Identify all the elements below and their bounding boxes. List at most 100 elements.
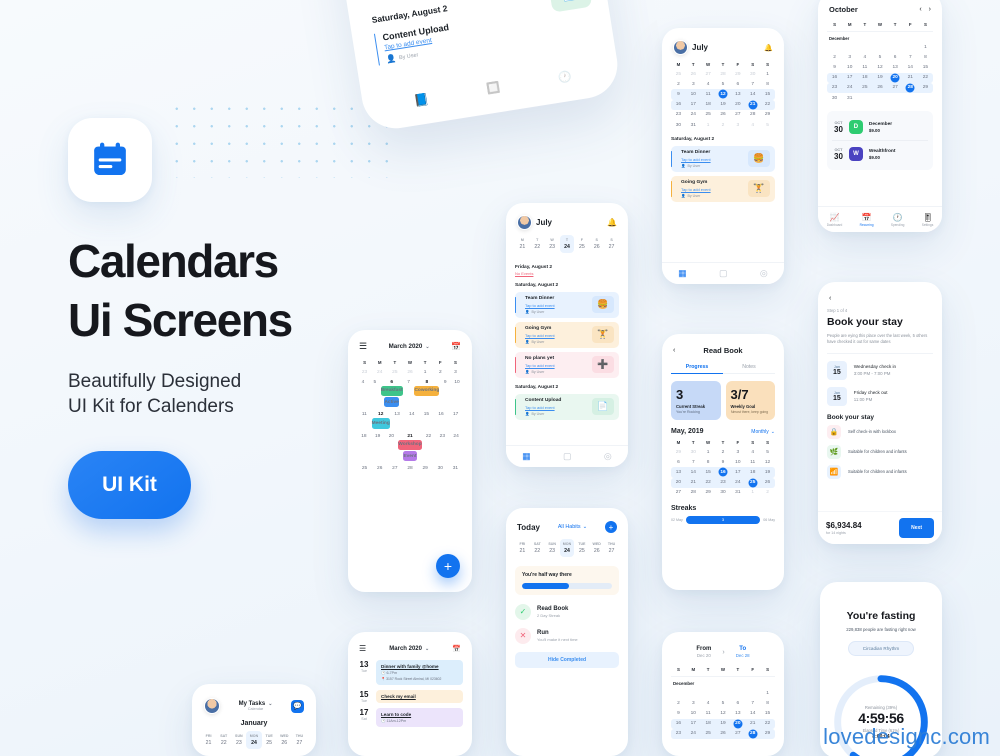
calendar-day[interactable]: 17: [842, 73, 857, 83]
calendar-day[interactable]: 25: [701, 110, 716, 120]
from-value[interactable]: Dec 20: [696, 653, 711, 658]
calendar-day[interactable]: 27: [730, 729, 745, 739]
calendar-day[interactable]: 31: [686, 120, 701, 130]
calendar-day[interactable]: 10: [842, 62, 857, 72]
calendar-day[interactable]: 13: [671, 467, 686, 477]
day-strip-cell[interactable]: M 21: [515, 235, 530, 253]
calendar-day[interactable]: 1: [760, 688, 775, 698]
day-strip-cell[interactable]: T 22: [530, 235, 545, 253]
calendar-icon[interactable]: ▦: [678, 268, 687, 279]
calendar-day[interactable]: 25: [857, 83, 872, 93]
habits-filter[interactable]: All Habits: [558, 524, 581, 530]
calendar-day[interactable]: 18: [857, 73, 872, 83]
calendar-day[interactable]: [918, 93, 933, 103]
calendar-day[interactable]: 17: [686, 719, 701, 729]
agenda-item[interactable]: 15 Tue Check my email: [357, 689, 463, 703]
calendar-icon[interactable]: 📘: [413, 92, 430, 108]
calendar-day[interactable]: [730, 688, 745, 698]
chat-icon[interactable]: 💬: [291, 699, 304, 713]
calendar-day[interactable]: 6BreakfastActive: [380, 377, 403, 410]
calendar-day[interactable]: [888, 42, 903, 52]
calendar-day[interactable]: 22: [701, 478, 716, 488]
calendar-day[interactable]: 9: [671, 89, 686, 99]
calendar-day[interactable]: 9: [827, 62, 842, 72]
chevron-down-icon[interactable]: ⌄: [425, 344, 429, 350]
calendar-day[interactable]: 6: [671, 457, 686, 467]
calendar-day[interactable]: 12: [716, 89, 731, 99]
calendar-day[interactable]: 20: [730, 719, 745, 729]
calendar-day[interactable]: 21: [686, 478, 701, 488]
calendar-day[interactable]: 5: [716, 698, 731, 708]
chevron-left-icon[interactable]: ‹: [919, 6, 921, 13]
calendar-day[interactable]: 30: [686, 447, 701, 457]
day-strip-cell[interactable]: SUN 23: [545, 539, 560, 557]
calendar-day[interactable]: 8: [760, 698, 775, 708]
day-strip-cell[interactable]: THU 27: [292, 731, 307, 749]
calendar-day[interactable]: 2: [716, 120, 731, 130]
calendar-day[interactable]: [716, 688, 731, 698]
calendar-day[interactable]: 11: [701, 89, 716, 99]
day-strip-cell[interactable]: S 26: [589, 235, 604, 253]
nav-item-dashboard[interactable]: 📈 Dashboard: [827, 213, 843, 227]
calendar-day[interactable]: 29: [760, 729, 775, 739]
calendar-day[interactable]: 7: [745, 79, 760, 89]
calendar-day[interactable]: 27: [701, 69, 716, 79]
calendar-day[interactable]: 31: [448, 464, 463, 474]
calendar-day[interactable]: 5: [369, 377, 381, 410]
calendar-day[interactable]: 30: [827, 93, 842, 103]
calendar-day[interactable]: 15: [918, 62, 933, 72]
calendar-day[interactable]: 1: [418, 367, 433, 377]
calendar-day[interactable]: 9: [439, 377, 451, 410]
calendar-day[interactable]: 21WorkshopEvent: [398, 431, 422, 464]
calendar-day[interactable]: 5: [760, 447, 775, 457]
calendar-day[interactable]: 15: [760, 89, 775, 99]
calendar-day[interactable]: 16: [827, 73, 842, 83]
calendar-day[interactable]: 30: [716, 488, 731, 498]
hamburger-icon[interactable]: ☰: [359, 644, 366, 653]
calendar-day[interactable]: 2: [716, 447, 731, 457]
calendar-day[interactable]: 23: [671, 729, 686, 739]
habit-item[interactable]: ✕ Run You'll make it next time: [515, 627, 619, 644]
agenda-item[interactable]: 17 Sat Learn to code 🕐 11Am-12Pm: [357, 707, 463, 727]
calendar-day[interactable]: 2: [433, 367, 448, 377]
calendar-day[interactable]: 2: [671, 698, 686, 708]
day-strip-cell[interactable]: WED 26: [589, 539, 604, 557]
calendar-day[interactable]: [745, 688, 760, 698]
calendar-day[interactable]: 22: [422, 431, 436, 464]
calendar-day[interactable]: 2: [671, 79, 686, 89]
day-strip-cell[interactable]: TUE 25: [262, 731, 277, 749]
calendar-day[interactable]: 11: [357, 410, 372, 431]
event-chip[interactable]: Workshop: [398, 439, 422, 450]
calendar-day[interactable]: 15: [419, 410, 434, 431]
to-value[interactable]: Dec 28: [736, 653, 750, 658]
calendar-day[interactable]: 3: [448, 367, 463, 377]
calendar-day[interactable]: 17: [448, 410, 463, 431]
calendar-day[interactable]: 13: [888, 62, 903, 72]
calendar-day[interactable]: 12: [872, 62, 887, 72]
calendar-day[interactable]: 26: [402, 367, 417, 377]
calendar-icon[interactable]: ▦: [522, 451, 531, 462]
calendar-day[interactable]: 28: [716, 69, 731, 79]
ui-kit-button[interactable]: UI Kit: [68, 450, 191, 519]
calendar-day[interactable]: 27: [888, 83, 903, 93]
calendar-day[interactable]: 28: [686, 488, 701, 498]
clock-icon[interactable]: ◎: [760, 268, 768, 279]
month-filter[interactable]: Monthly: [751, 429, 769, 435]
calendar-day[interactable]: 30: [433, 464, 448, 474]
avatar[interactable]: [204, 698, 220, 714]
day-strip-cell[interactable]: F 25: [574, 235, 589, 253]
calendar-day[interactable]: 26: [872, 83, 887, 93]
calendar-day[interactable]: 2: [827, 52, 842, 62]
calendar-day[interactable]: 5: [872, 52, 887, 62]
calendar-day[interactable]: 12: [760, 457, 775, 467]
circadian-badge[interactable]: Circadian Rhythm: [847, 641, 915, 656]
calendar-day[interactable]: 23: [357, 367, 372, 377]
calendar-day[interactable]: 12Meeting: [371, 410, 390, 431]
calendar-day[interactable]: 23: [671, 110, 686, 120]
calendar-day[interactable]: 22: [760, 719, 775, 729]
calendar-day[interactable]: [671, 688, 686, 698]
calendar-day[interactable]: 3: [842, 52, 857, 62]
event-chip[interactable]: Active: [384, 396, 399, 408]
calendar-day[interactable]: [872, 42, 887, 52]
habit-item[interactable]: ✓ Read Book 2 Day Streak: [515, 603, 619, 620]
